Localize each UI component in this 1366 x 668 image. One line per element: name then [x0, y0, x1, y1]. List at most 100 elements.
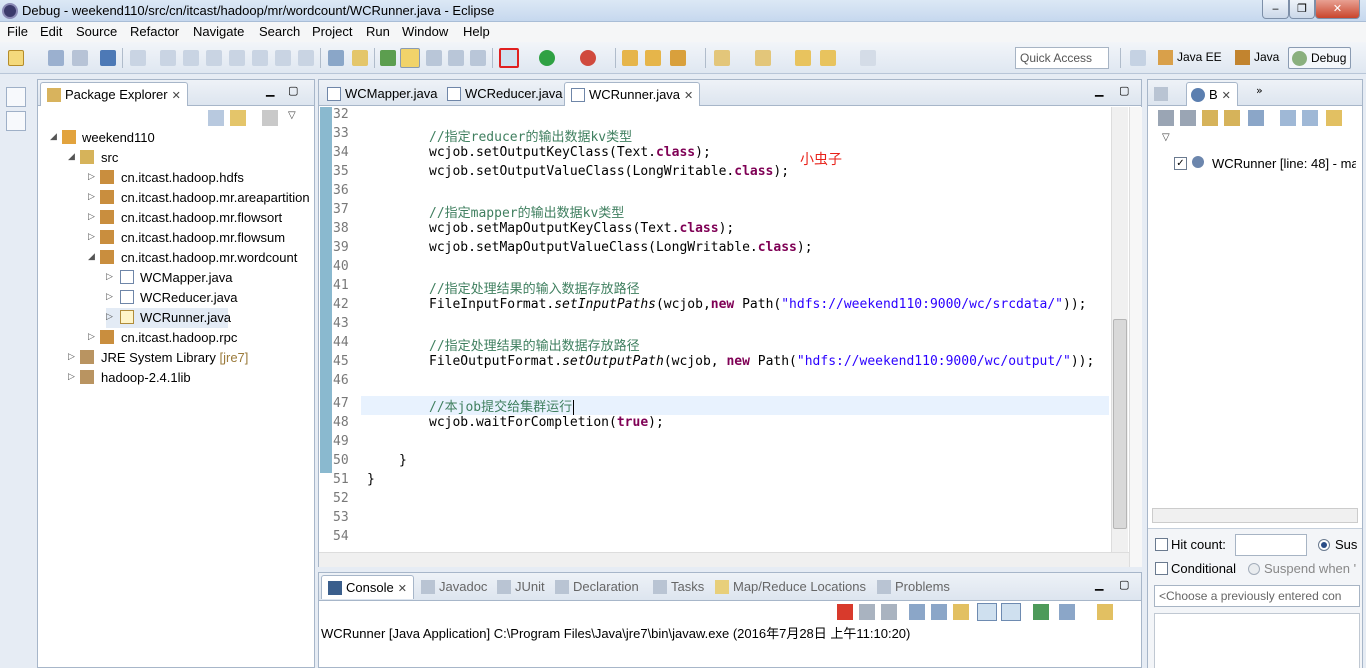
minimize-view-icon[interactable]: ▁	[1095, 84, 1111, 100]
collapse-icon[interactable]: ▷	[68, 351, 75, 362]
collapse-icon[interactable]: ▷	[68, 371, 75, 382]
perspective-java[interactable]: Java	[1232, 47, 1283, 69]
more-views-icon[interactable]: »	[1256, 84, 1272, 100]
tab-mapreduce-locations[interactable]: Map/Reduce Locations	[709, 575, 872, 599]
condition-history-combo[interactable]: <Choose a previously entered con	[1154, 585, 1360, 607]
open-perspective-icon[interactable]	[1130, 50, 1146, 66]
collapse-all-icon[interactable]	[1302, 110, 1318, 126]
collapse-icon[interactable]: ▷	[88, 231, 95, 242]
minimize-view-icon[interactable]: ▁	[266, 84, 282, 100]
minimize-button[interactable]: ‒	[1262, 0, 1289, 19]
close-button[interactable]: ✕	[1315, 0, 1360, 19]
tab-wcreducer[interactable]: WCReducer.java	[441, 82, 569, 106]
next-annotation-icon[interactable]	[714, 50, 730, 66]
maximize-view-icon[interactable]: ▢	[288, 84, 304, 100]
close-icon[interactable]: ✕	[1222, 90, 1231, 102]
open-console-icon[interactable]	[1097, 604, 1113, 620]
minimize-view-icon[interactable]: ▁	[1095, 578, 1111, 594]
back-icon[interactable]	[820, 50, 836, 66]
tab-variables[interactable]	[1150, 82, 1176, 106]
breakpoint-list-item[interactable]: ✓ WCRunner [line: 48] - mai	[1156, 154, 1356, 174]
collapse-icon[interactable]: ▷	[106, 291, 113, 302]
view-menu-icon[interactable]: ▽	[288, 110, 304, 126]
menu-navigate[interactable]: Navigate	[193, 24, 244, 39]
menu-run[interactable]: Run	[366, 24, 390, 39]
disconnect-icon[interactable]	[229, 50, 245, 66]
save-all-icon[interactable]	[72, 50, 88, 66]
tab-wcrunner[interactable]: WCRunner.java ✕	[564, 82, 701, 106]
open-type-icon[interactable]	[380, 50, 396, 66]
scroll-lock-icon[interactable]	[931, 604, 947, 620]
remove-all-icon[interactable]	[881, 604, 897, 620]
show-stderr-icon[interactable]	[1001, 603, 1021, 621]
code-area[interactable]: 32 33//指定reducer的输出数据kv类型 34 wcjob.setOut…	[319, 107, 1129, 552]
go-to-file-icon[interactable]	[1224, 110, 1240, 126]
breakpoints-horizontal-scrollbar[interactable]	[1152, 508, 1358, 523]
suspend-when-radio[interactable]	[1248, 563, 1260, 575]
last-edit-location-icon[interactable]	[795, 50, 811, 66]
tab-javadoc[interactable]: Javadoc	[415, 575, 493, 599]
run-icon[interactable]	[539, 50, 555, 66]
perspective-java-ee[interactable]: Java EE	[1155, 47, 1226, 69]
save-icon[interactable]	[48, 50, 64, 66]
collapse-icon[interactable]: ▷	[106, 271, 113, 282]
close-icon[interactable]: ✕	[398, 583, 407, 595]
collapse-icon[interactable]: ▷	[88, 211, 95, 222]
display-selected-console-icon[interactable]	[1059, 604, 1075, 620]
show-breakpoints-icon[interactable]	[1202, 110, 1218, 126]
condition-textarea[interactable]	[1154, 613, 1360, 668]
tab-junit[interactable]: JUnit	[491, 575, 551, 599]
conditional-checkbox[interactable]	[1155, 562, 1168, 575]
hit-count-input[interactable]	[1235, 534, 1307, 556]
skip-breakpoints-icon[interactable]	[130, 50, 146, 66]
maximize-view-icon[interactable]: ▢	[1119, 84, 1135, 100]
tab-breakpoints[interactable]: B ✕	[1186, 82, 1238, 106]
terminate-icon[interactable]	[837, 604, 853, 620]
use-step-filters-icon[interactable]	[352, 50, 368, 66]
hit-count-checkbox[interactable]	[1155, 538, 1168, 551]
resume-icon[interactable]	[160, 50, 176, 66]
close-icon[interactable]: ✕	[684, 90, 693, 102]
terminate-icon[interactable]	[206, 50, 222, 66]
remove-all-breakpoints-icon[interactable]	[1180, 110, 1196, 126]
menu-edit[interactable]: Edit	[40, 24, 62, 39]
restore-icon[interactable]	[6, 87, 26, 107]
forward-icon[interactable]	[860, 50, 876, 66]
remove-breakpoint-icon[interactable]	[1158, 110, 1174, 126]
new-package-icon[interactable]	[645, 50, 661, 66]
word-wrap-icon[interactable]	[953, 604, 969, 620]
toggle-word-wrap-icon[interactable]	[426, 50, 442, 66]
close-icon[interactable]: ✕	[172, 90, 181, 102]
expand-icon[interactable]: ◢	[50, 131, 57, 142]
maximize-view-icon[interactable]: ▢	[1119, 578, 1135, 594]
link-with-editor-icon[interactable]	[230, 110, 246, 126]
new-java-project-icon[interactable]	[622, 50, 638, 66]
remove-launch-icon[interactable]	[859, 604, 875, 620]
expand-all-icon[interactable]	[1280, 110, 1296, 126]
collapse-all-icon[interactable]	[208, 110, 224, 126]
block-selection-icon[interactable]	[448, 50, 464, 66]
skip-all-breakpoints-icon[interactable]	[1248, 110, 1264, 126]
quick-access-input[interactable]: Quick Access	[1015, 47, 1109, 69]
collapse-icon[interactable]: ▷	[88, 331, 95, 342]
new-class-icon[interactable]	[670, 50, 686, 66]
tab-tasks[interactable]: Tasks	[647, 575, 710, 599]
previous-annotation-icon[interactable]	[755, 50, 771, 66]
link-with-debug-view-icon[interactable]	[1326, 110, 1342, 126]
run-external-tools-icon[interactable]	[580, 50, 596, 66]
expand-icon[interactable]: ◢	[68, 151, 75, 162]
suspend-thread-radio[interactable]	[1318, 539, 1330, 551]
view-menu-icon[interactable]: ▽	[1162, 132, 1178, 148]
show-whitespace-icon[interactable]	[470, 50, 486, 66]
menu-search[interactable]: Search	[259, 24, 300, 39]
focus-icon[interactable]	[262, 110, 278, 126]
menu-project[interactable]: Project	[312, 24, 352, 39]
menu-window[interactable]: Window	[402, 24, 448, 39]
toggle-mark-occurrences-icon[interactable]	[400, 48, 420, 68]
editor-vertical-scrollbar[interactable]	[1111, 107, 1128, 552]
console-icon[interactable]	[100, 50, 116, 66]
perspective-debug[interactable]: Debug	[1288, 47, 1352, 69]
tab-package-explorer[interactable]: Package Explorer ✕	[40, 82, 188, 106]
debug-icon[interactable]	[499, 48, 519, 68]
collapse-icon[interactable]: ▷	[88, 191, 95, 202]
